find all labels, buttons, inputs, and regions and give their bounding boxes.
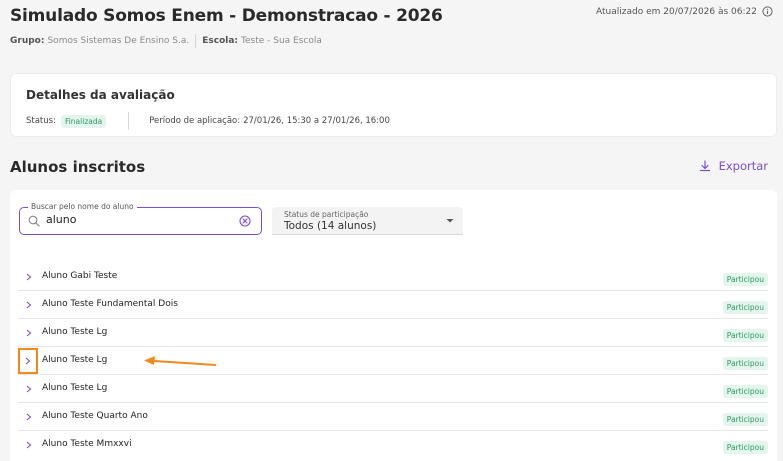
student-name: Aluno Teste Lg — [42, 383, 108, 393]
details-title: Detalhes da avaliação — [26, 88, 175, 102]
chevron-right-icon[interactable] — [22, 438, 36, 452]
caret-down-icon — [446, 219, 454, 223]
section-title: Alunos inscritos — [10, 158, 146, 176]
list-item[interactable]: Aluno Teste Lg Participou — [18, 347, 768, 375]
search-label: Buscar pelo nome do aluno — [28, 202, 137, 211]
search-field[interactable]: Buscar pelo nome do aluno — [19, 202, 262, 235]
status-badge: Participou — [722, 357, 768, 370]
clear-icon[interactable] — [239, 215, 251, 227]
search-icon — [28, 215, 40, 227]
school-label: Escola: — [202, 36, 239, 46]
student-name: Aluno Teste Fundamental Dois — [42, 299, 178, 309]
details-divider — [128, 112, 130, 130]
chevron-right-icon[interactable] — [22, 410, 36, 424]
select-label: Status de participação — [284, 210, 369, 219]
list-item[interactable]: Aluno Teste Fundamental Dois Participou — [18, 291, 768, 319]
status-label: Status: — [26, 116, 56, 126]
group-label: Grupo: — [10, 36, 45, 46]
details-row: Status: Finalizada Período de aplicação:… — [26, 112, 390, 130]
select-value: Todos (14 alunos) — [284, 220, 377, 232]
status-badge: Finalizada — [60, 114, 107, 128]
export-button[interactable]: Exportar — [699, 159, 768, 173]
search-input[interactable] — [46, 213, 226, 226]
student-name: Aluno Teste Mmxxvi — [42, 439, 132, 449]
download-icon — [699, 160, 710, 172]
status-badge: Participou — [722, 441, 768, 454]
student-name: Aluno Teste Lg — [42, 355, 108, 365]
export-label: Exportar — [718, 159, 768, 173]
status-badge: Participou — [722, 329, 768, 342]
info-icon[interactable] — [762, 6, 773, 17]
annotation-arrow-icon — [144, 356, 217, 366]
evaluation-details-card: Detalhes da avaliação Status: Finalizada… — [10, 73, 777, 137]
status-badge: Participou — [722, 301, 768, 314]
period-label: Período de aplicação: — [149, 116, 241, 126]
chevron-right-icon[interactable] — [18, 348, 38, 374]
list-item[interactable]: Aluno Gabi Teste Participou — [18, 263, 768, 291]
students-panel: Buscar pelo nome do aluno Status de part… — [10, 190, 777, 461]
updated-timestamp: Atualizado em 20/07/2026 às 06:22 — [596, 7, 757, 17]
list-item[interactable]: Aluno Teste Mmxxvi Participou — [18, 431, 768, 459]
status-badge: Participou — [722, 413, 768, 426]
list-item[interactable]: Aluno Teste Quarto Ano Participou — [18, 403, 768, 431]
chevron-right-icon[interactable] — [22, 382, 36, 396]
meta-divider — [195, 34, 197, 48]
status-badge: Participou — [722, 385, 768, 398]
list-item[interactable]: Aluno Teste Lg Participou — [18, 319, 768, 347]
group-value: Somos Sistemas De Ensino S.a. — [47, 36, 190, 46]
chevron-right-icon[interactable] — [22, 298, 36, 312]
page-meta: Grupo: Somos Sistemas De Ensino S.a. Esc… — [10, 34, 783, 48]
student-name: Aluno Gabi Teste — [42, 271, 118, 281]
student-name: Aluno Teste Lg — [42, 327, 108, 337]
period-value: 27/01/26, 15:30 a 27/01/26, 16:00 — [243, 116, 390, 126]
participation-status-select[interactable]: Status de participação Todos (14 alunos) — [272, 207, 463, 235]
chevron-right-icon[interactable] — [22, 326, 36, 340]
list-item[interactable]: Aluno Teste Lg Participou — [18, 375, 768, 403]
chevron-right-icon[interactable] — [22, 270, 36, 284]
student-name: Aluno Teste Quarto Ano — [42, 411, 148, 421]
school-value: Teste - Sua Escola — [241, 36, 322, 46]
status-badge: Participou — [722, 273, 768, 286]
students-list: Aluno Gabi Teste Participou Aluno Teste … — [18, 263, 768, 459]
